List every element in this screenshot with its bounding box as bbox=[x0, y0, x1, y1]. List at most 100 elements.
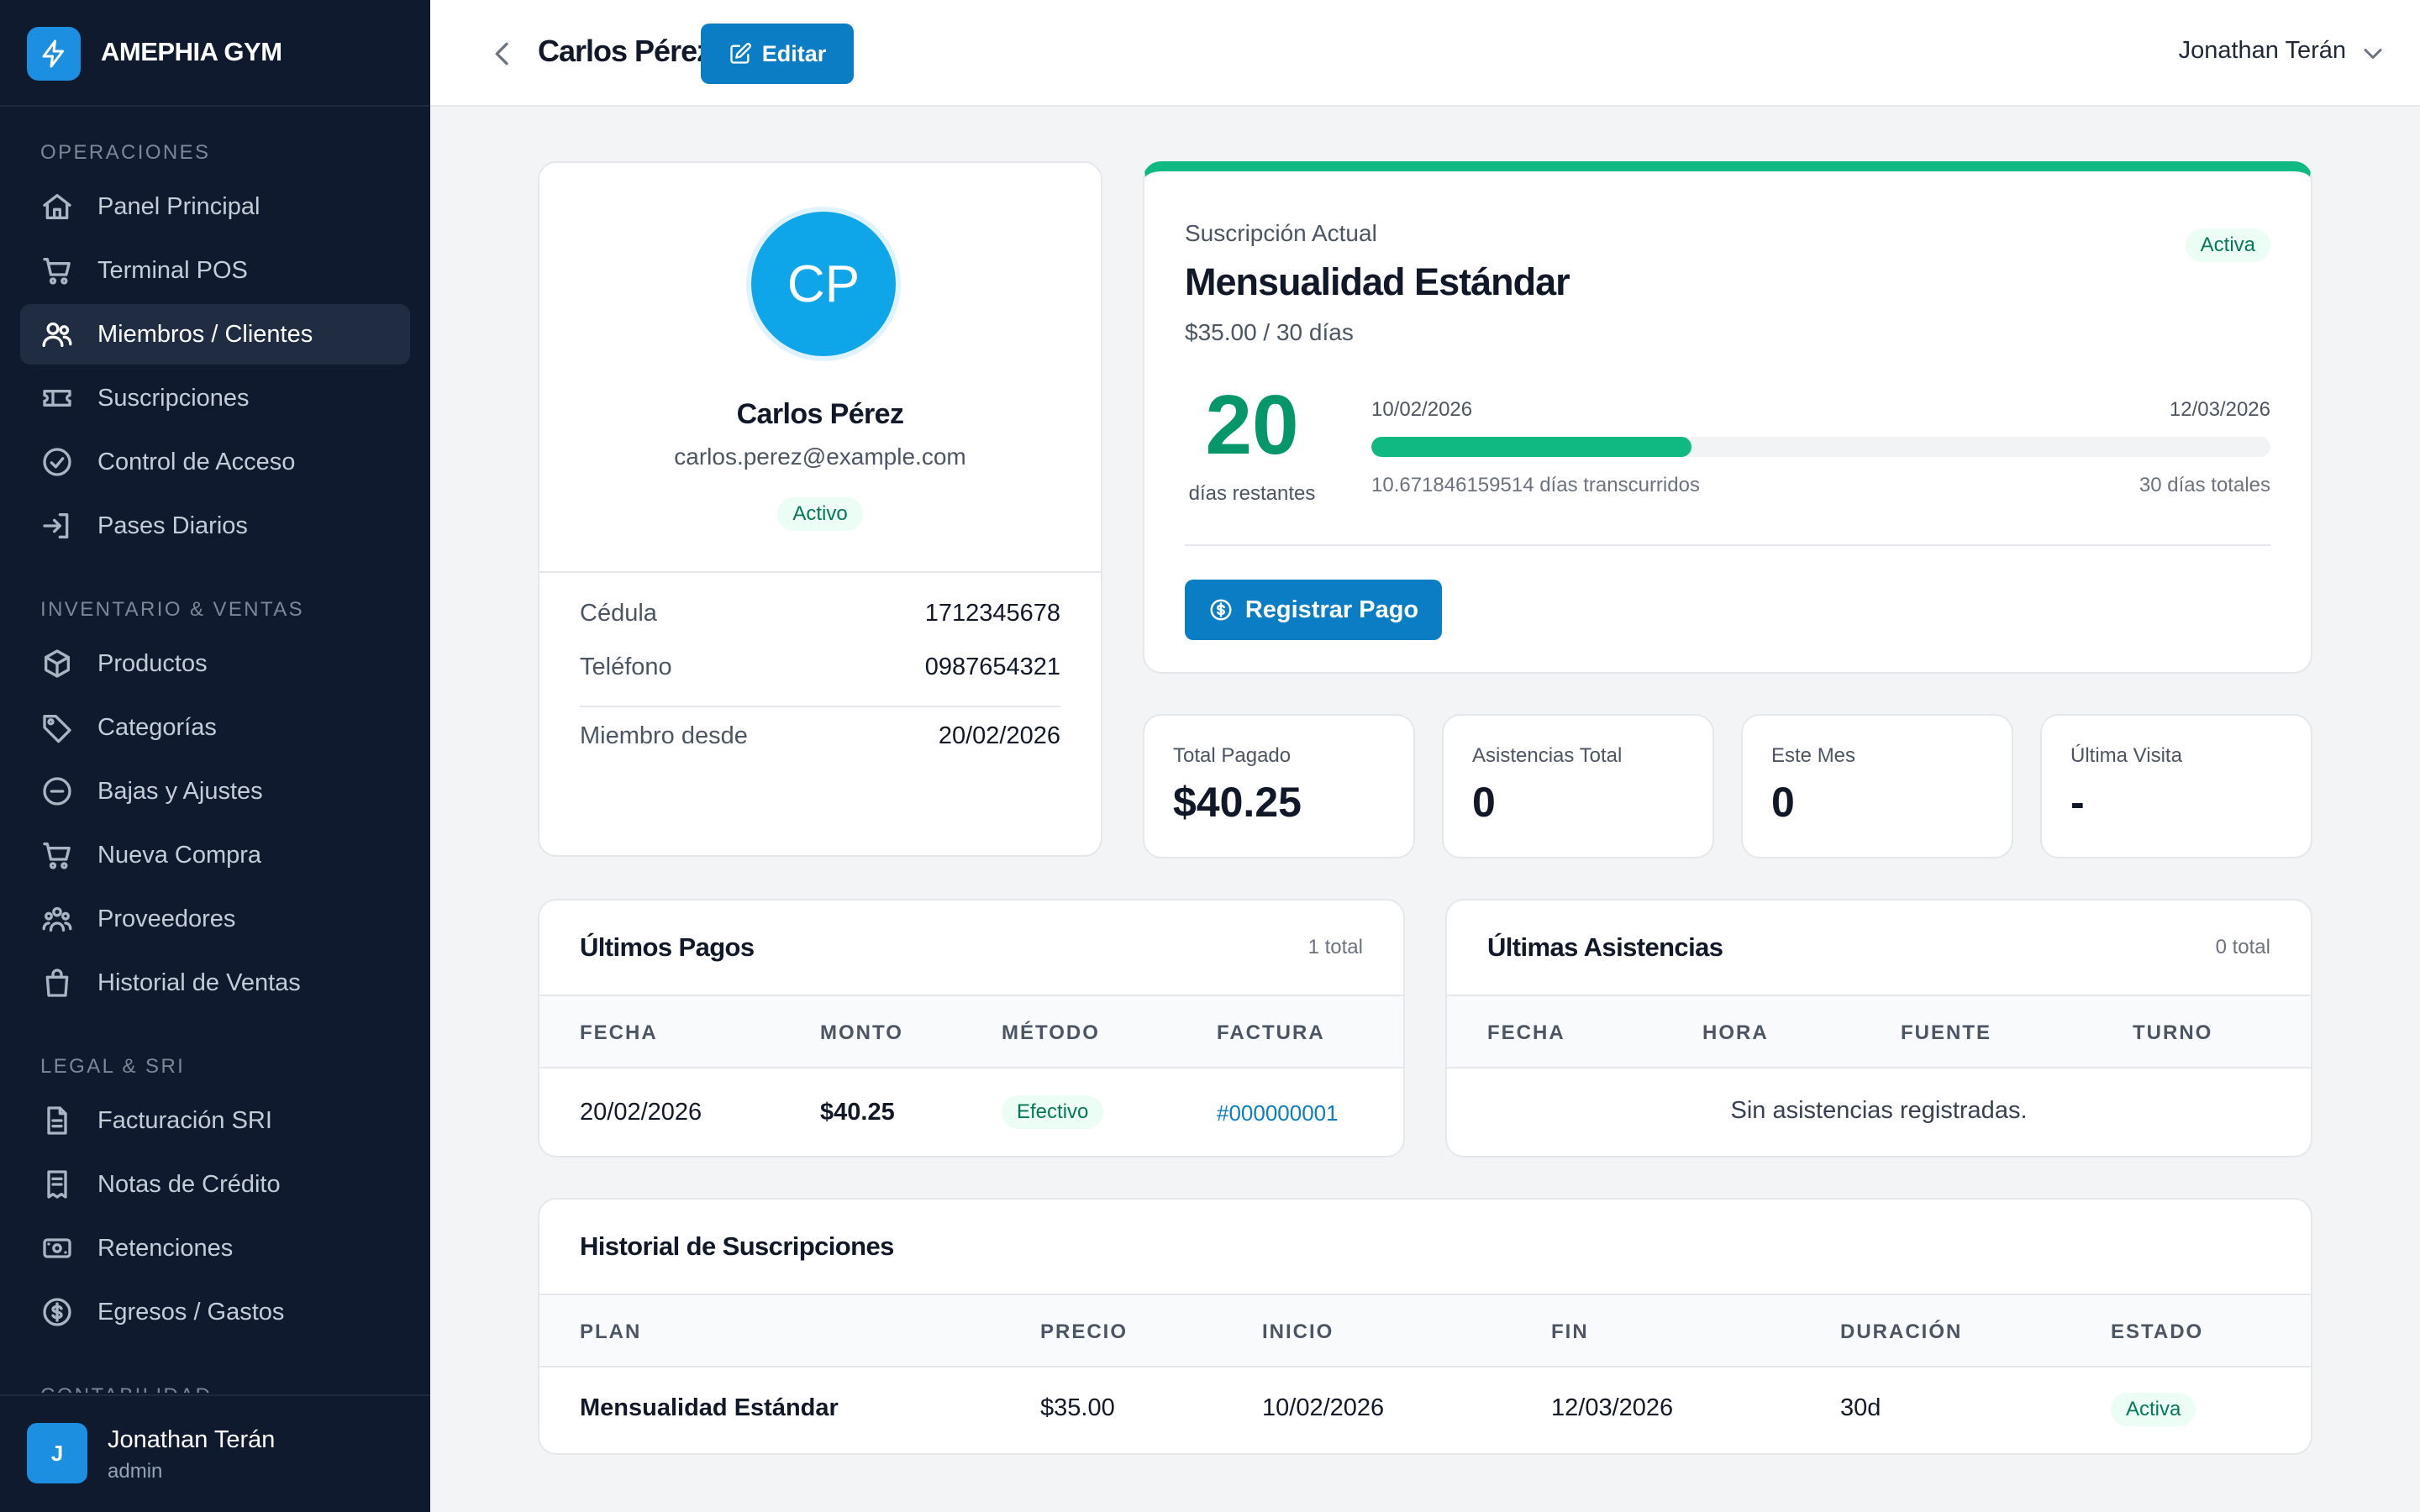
sidebar-item-label: Proveedores bbox=[97, 905, 236, 932]
login-icon bbox=[40, 509, 74, 543]
stat-label: Asistencias Total bbox=[1472, 744, 1623, 767]
sidebar-item[interactable]: Nueva Compra bbox=[20, 825, 410, 885]
sidebar-nav: OPERACIONES Panel Principal Terminal POS Mi… bbox=[20, 108, 410, 1393]
document-icon bbox=[40, 1104, 74, 1137]
avatar: J bbox=[27, 1423, 87, 1483]
info-miembro: Miembro desde 20/02/2026 bbox=[580, 722, 1060, 750]
register-payment-label: Registrar Pago bbox=[1244, 596, 1419, 623]
cell-duracion: 30d bbox=[1840, 1394, 1881, 1421]
total-days: 30 días totales bbox=[2139, 474, 2270, 496]
attendance-count: 0 total bbox=[2215, 936, 2270, 958]
sidebar-item[interactable]: Suscripciones bbox=[20, 368, 410, 428]
stat-value: 0 bbox=[1771, 779, 1795, 826]
member-avatar: CP bbox=[746, 207, 901, 361]
column-header: FUENTE bbox=[1901, 1021, 1991, 1044]
sidebar-item[interactable]: Retenciones bbox=[20, 1218, 410, 1278]
sidebar-item[interactable]: Terminal POS bbox=[20, 240, 410, 301]
elapsed-days: 10.671846159514 días transcurridos bbox=[1371, 474, 1700, 496]
chevron-left-icon[interactable] bbox=[486, 37, 519, 71]
sidebar-item[interactable]: Categorías bbox=[20, 697, 410, 758]
stat-este-mes: Este Mes 0 bbox=[1741, 714, 2013, 858]
edit-icon bbox=[730, 43, 751, 64]
status-badge: Activo bbox=[777, 497, 863, 531]
empty-state: Sin asistencias registradas. bbox=[1730, 1097, 2028, 1124]
plan-price: $35.00 / 30 días bbox=[1185, 319, 1354, 345]
plan-name: Mensualidad Estándar bbox=[1185, 260, 1570, 303]
days-left-label: días restantes bbox=[1188, 482, 1316, 505]
sidebar-item[interactable]: Miembros / Clientes bbox=[20, 304, 410, 365]
sidebar-item-label: Terminal POS bbox=[97, 256, 248, 284]
payments-card: Últimos Pagos 1 total FECHA MONTO MÉTODO… bbox=[538, 899, 1405, 1158]
sidebar-item[interactable]: Panel Principal bbox=[20, 176, 410, 237]
sidebar-item[interactable]: Proveedores bbox=[20, 889, 410, 949]
stat-value: 0 bbox=[1472, 779, 1496, 826]
people-group-icon bbox=[40, 902, 74, 936]
column-header: HORA bbox=[1702, 1021, 1769, 1044]
cedula-value: 1712345678 bbox=[924, 600, 1060, 627]
nav-section-title: OPERACIONES bbox=[40, 141, 211, 164]
sidebar-user[interactable]: J Jonathan Terán admin bbox=[0, 1394, 430, 1512]
table-header: PLAN PRECIO INICIO FIN DURACIÓN ESTADO bbox=[539, 1294, 2311, 1368]
sidebar-item[interactable]: Facturación SRI bbox=[20, 1090, 410, 1151]
register-payment-button[interactable]: Registrar Pago bbox=[1185, 580, 1442, 640]
divider bbox=[580, 706, 1060, 707]
cash-icon bbox=[40, 1231, 74, 1265]
column-header: PLAN bbox=[580, 1320, 642, 1343]
sidebar-item-label: Suscripciones bbox=[97, 384, 250, 412]
info-telefono: Teléfono 0987654321 bbox=[580, 654, 1060, 681]
user-role: admin bbox=[108, 1460, 163, 1483]
sidebar-item[interactable]: Egresos / Gastos bbox=[20, 1282, 410, 1342]
column-header: TURNO bbox=[2133, 1021, 2213, 1044]
cell-precio: $35.00 bbox=[1040, 1394, 1115, 1421]
nav-section: LEGAL & SRI Facturación SRI Notas de Crédi… bbox=[20, 1013, 410, 1342]
profile-card: CP Carlos Pérez carlos.perez@example.com… bbox=[538, 161, 1102, 857]
sidebar-item[interactable]: Historial de Ventas bbox=[20, 953, 410, 1013]
nav-section: OPERACIONES Panel Principal Terminal POS Mi… bbox=[20, 108, 410, 556]
column-header: ESTADO bbox=[2111, 1320, 2204, 1343]
sidebar-item[interactable]: Control de Acceso bbox=[20, 432, 410, 492]
column-header: FECHA bbox=[1487, 1021, 1565, 1044]
page-title: Carlos Pérez bbox=[538, 34, 712, 68]
sidebar-item-label: Categorías bbox=[97, 713, 217, 741]
sidebar-item[interactable]: Bajas y Ajustes bbox=[20, 761, 410, 822]
header-user-name[interactable]: Jonathan Terán bbox=[2179, 37, 2346, 65]
divider bbox=[539, 571, 1101, 573]
bag-icon bbox=[40, 966, 74, 1000]
sidebar-item-label: Productos bbox=[97, 649, 208, 677]
sidebar-item[interactable]: Notas de Crédito bbox=[20, 1154, 410, 1215]
dollar-circle-icon bbox=[40, 1295, 74, 1329]
tag-icon bbox=[40, 711, 74, 744]
receipt-icon bbox=[40, 1168, 74, 1201]
nav-section-title: INVENTARIO & VENTAS bbox=[40, 598, 305, 621]
cell-inicio: 10/02/2026 bbox=[1262, 1394, 1385, 1421]
start-date: 10/02/2026 bbox=[1371, 398, 1473, 421]
stat-label: Este Mes bbox=[1771, 744, 1856, 767]
brand-name: AMEPHIA GYM bbox=[101, 37, 282, 66]
column-header: MONTO bbox=[820, 1021, 903, 1044]
sidebar-item-label: Panel Principal bbox=[97, 192, 260, 220]
sidebar-item[interactable]: Productos bbox=[20, 633, 410, 694]
nav-section-title: CONTABILIDAD bbox=[20, 1376, 410, 1393]
attendance-card: Últimas Asistencias 0 total FECHA HORA F… bbox=[1445, 899, 2312, 1158]
history-title: Historial de Suscripciones bbox=[580, 1231, 894, 1261]
sidebar-item-label: Egresos / Gastos bbox=[97, 1298, 285, 1326]
stat-value: - bbox=[2070, 779, 2085, 826]
box-icon bbox=[40, 647, 74, 680]
member-name: Carlos Pérez bbox=[736, 398, 904, 430]
chevron-down-icon[interactable] bbox=[2358, 39, 2388, 69]
edit-button[interactable]: Editar bbox=[701, 24, 854, 84]
home-icon bbox=[40, 190, 74, 223]
sidebar-item-label: Notas de Crédito bbox=[97, 1170, 281, 1198]
invoice-link[interactable]: #000000001 bbox=[1217, 1100, 1339, 1126]
history-card: Historial de Suscripciones PLAN PRECIO I… bbox=[538, 1198, 2312, 1455]
sidebar-item-label: Facturación SRI bbox=[97, 1106, 272, 1134]
top-header: Carlos Pérez Editar Jonathan Terán bbox=[430, 0, 2420, 107]
info-cedula: Cédula 1712345678 bbox=[580, 600, 1060, 627]
payments-count: 1 total bbox=[1307, 936, 1363, 958]
brand: AMEPHIA GYM bbox=[0, 0, 430, 107]
sidebar-item-label: Historial de Ventas bbox=[97, 969, 301, 996]
user-name: Jonathan Terán bbox=[108, 1426, 276, 1453]
sidebar-item[interactable]: Pases Diarios bbox=[20, 496, 410, 556]
progress-bar bbox=[1371, 437, 2270, 457]
table-header: FECHA HORA FUENTE TURNO bbox=[1447, 995, 2311, 1068]
